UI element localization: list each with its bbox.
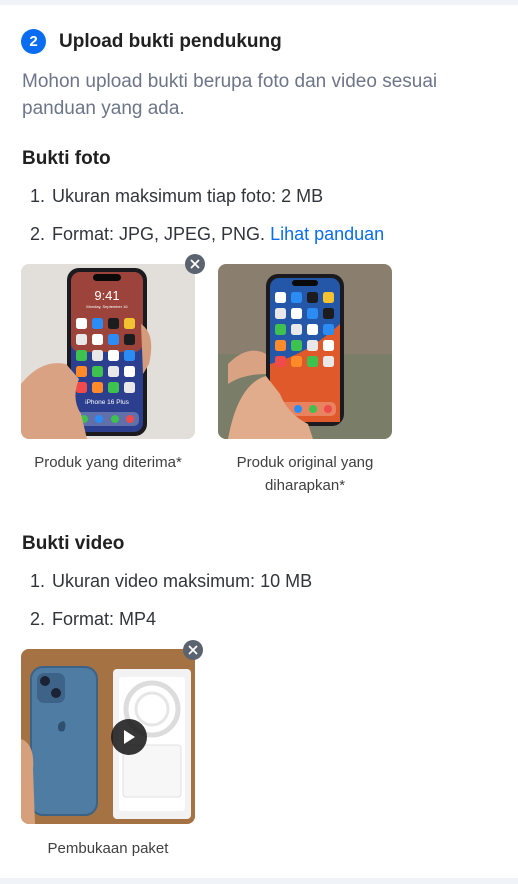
app-icon <box>108 350 119 361</box>
app-icon <box>92 382 103 393</box>
photo-rule-1: 1. Ukuran maksimum tiap foto: 2 MB <box>30 186 323 207</box>
app-icon <box>275 340 286 351</box>
bottom-divider <box>0 878 518 884</box>
step-title: Upload bukti pendukung <box>59 30 282 52</box>
remove-video-button[interactable] <box>183 640 203 660</box>
app-icon <box>307 292 318 303</box>
video-caption-unboxing: Pembukaan paket <box>47 840 169 857</box>
app-icon <box>92 334 103 345</box>
app-icon <box>323 340 334 351</box>
app-icon <box>307 356 318 367</box>
rule-text: Format: MP4 <box>52 609 157 629</box>
app-icon <box>92 318 103 329</box>
app-icon <box>76 334 87 345</box>
step-number-badge: 2 <box>21 29 46 54</box>
video-thumbnail-unboxing[interactable] <box>21 649 195 824</box>
rule-text: Ukuran video maksimum: 10 MB <box>52 571 313 591</box>
received-phone-image: 9:41 Monday, September 16 iPhone 16 Plus <box>21 264 195 439</box>
app-icon <box>275 356 286 367</box>
photo-thumbnail-received[interactable]: 9:41 Monday, September 16 iPhone 16 Plus <box>21 264 195 439</box>
app-icon <box>108 366 119 377</box>
app-icon <box>92 366 103 377</box>
app-icon <box>323 308 334 319</box>
play-icon <box>124 730 135 744</box>
video-section-title: Bukti video <box>22 533 125 554</box>
app-icon <box>307 340 318 351</box>
unboxing-video-image <box>21 649 195 824</box>
rule-number: 2. <box>30 609 46 629</box>
video-rule-1: 1. Ukuran video maksimum: 10 MB <box>30 571 312 592</box>
photo-section-title: Bukti foto <box>22 148 111 169</box>
app-icon <box>124 350 135 361</box>
video-rule-2: 2. Format: MP4 <box>30 609 156 630</box>
app-icon <box>124 382 135 393</box>
app-icon <box>291 308 302 319</box>
app-icon <box>108 334 119 345</box>
app-icon <box>307 324 318 335</box>
app-icon <box>291 324 302 335</box>
photo-rule-2: 2. Format: JPG, JPEG, PNG. Lihat panduan <box>30 224 384 245</box>
app-icon <box>307 308 318 319</box>
play-button[interactable] <box>111 719 147 755</box>
app-icon <box>108 318 119 329</box>
app-icon <box>291 292 302 303</box>
app-icon <box>124 366 135 377</box>
app-icon <box>124 334 135 345</box>
app-icon <box>291 356 302 367</box>
app-icon <box>76 318 87 329</box>
rule-number: 1. <box>30 186 46 206</box>
phone-clock: 9:41 <box>94 288 119 303</box>
app-icon <box>275 308 286 319</box>
expected-phone-image <box>218 264 392 439</box>
app-icon <box>76 350 87 361</box>
rule-number: 2. <box>30 224 46 244</box>
close-icon <box>190 259 200 269</box>
app-icon <box>275 324 286 335</box>
close-icon <box>188 645 198 655</box>
step-header: 2 Upload bukti pendukung <box>21 29 282 54</box>
rule-number: 1. <box>30 571 46 591</box>
phone-date: Monday, September 16 <box>86 304 128 309</box>
photo-caption-received: Produk yang diterima* <box>34 454 182 471</box>
app-icon <box>323 356 334 367</box>
top-divider <box>0 0 518 5</box>
remove-photo-button[interactable] <box>185 254 205 274</box>
rule-text: Format: JPG, JPEG, PNG. <box>52 224 266 244</box>
app-icon <box>76 366 87 377</box>
app-icon <box>92 350 103 361</box>
app-icon <box>323 292 334 303</box>
rule-text: Ukuran maksimum tiap foto: 2 MB <box>52 186 324 206</box>
phone-model-label: iPhone 16 Plus <box>85 399 129 406</box>
app-icon <box>275 292 286 303</box>
app-icon <box>124 318 135 329</box>
app-icon <box>323 324 334 335</box>
app-icon <box>291 340 302 351</box>
guide-link[interactable]: Lihat panduan <box>270 224 384 244</box>
photo-example-expected <box>218 264 392 439</box>
app-icon <box>108 382 119 393</box>
step-description: Mohon upload bukti berupa foto dan video… <box>22 71 438 119</box>
photo-caption-expected: Produk original yang diharapkan* <box>236 454 374 494</box>
app-icon <box>76 382 87 393</box>
